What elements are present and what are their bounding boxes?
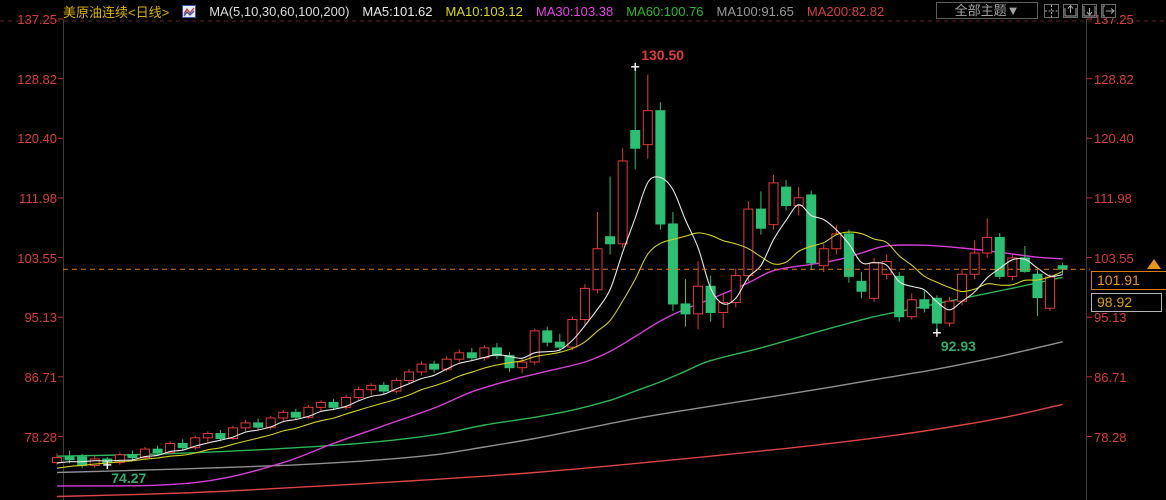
ma-value-label: MA60:100.76 (626, 4, 703, 19)
price-extreme-label: 92.93 (941, 338, 976, 354)
y-axis-label: 120.40 (1094, 131, 1134, 146)
y-axis-label: 103.55 (1094, 251, 1134, 266)
y-axis-label: 78.28 (2, 430, 57, 445)
indicator-chart-icon[interactable] (182, 5, 196, 18)
y-axis-label: 137.25 (2, 12, 57, 27)
crosshair-move-icon[interactable] (1044, 4, 1059, 18)
ma-group-label: MA(5,10,30,60,100,200) (209, 4, 349, 19)
y-axis-label: 111.98 (1094, 191, 1132, 206)
chart-window: 美原油连续<日线> MA(5,10,30,60,100,200) MA5:101… (0, 0, 1166, 500)
y-axis-label: 86.71 (2, 370, 57, 385)
price-extreme-label: 130.50 (641, 47, 684, 63)
instrument-title: 美原油连续<日线> (63, 2, 169, 21)
y-axis-label: 111.98 (2, 191, 57, 206)
secondary-price-badge: 98.92 (1091, 293, 1162, 312)
pane-zoom-in-icon[interactable] (1063, 4, 1078, 18)
price-up-arrow-icon (1147, 259, 1161, 269)
y-axis-label: 78.28 (1094, 430, 1127, 445)
candlestick-chart[interactable] (0, 0, 1166, 500)
last-price-badge: 101.91 (1091, 271, 1166, 290)
y-axis-label: 95.13 (1094, 310, 1127, 325)
ma-value-label: MA10:103.12 (446, 4, 523, 19)
y-axis-label: 128.82 (2, 72, 57, 87)
y-axis-label: 95.13 (2, 310, 57, 325)
chart-header: 美原油连续<日线> MA(5,10,30,60,100,200) MA5:101… (63, 2, 884, 20)
y-axis-label: 86.71 (1094, 370, 1127, 385)
y-axis-label: 128.82 (1094, 72, 1134, 87)
price-extreme-label: 74.27 (111, 470, 146, 486)
ma-value-label: MA100:91.65 (717, 4, 794, 19)
ma-line-ma200 (57, 404, 1063, 496)
ma-values: MA5:101.62 MA10:103.12 MA30:103.38 MA60:100… (362, 4, 884, 19)
pane-zoom-out-icon[interactable] (1082, 4, 1097, 18)
ma-value-label: MA5:101.62 (362, 4, 432, 19)
toolbar: 全部主题▼ (936, 2, 1116, 19)
pane-collapse-icon[interactable] (1101, 4, 1116, 18)
y-axis-label: 120.40 (2, 131, 57, 146)
ma-value-label: MA200:82.82 (807, 4, 884, 19)
y-axis-label: 103.55 (2, 251, 57, 266)
ma-line-ma5 (57, 177, 1063, 463)
theme-filter-button[interactable]: 全部主题▼ (936, 2, 1038, 19)
ma-value-label: MA30:103.38 (536, 4, 613, 19)
